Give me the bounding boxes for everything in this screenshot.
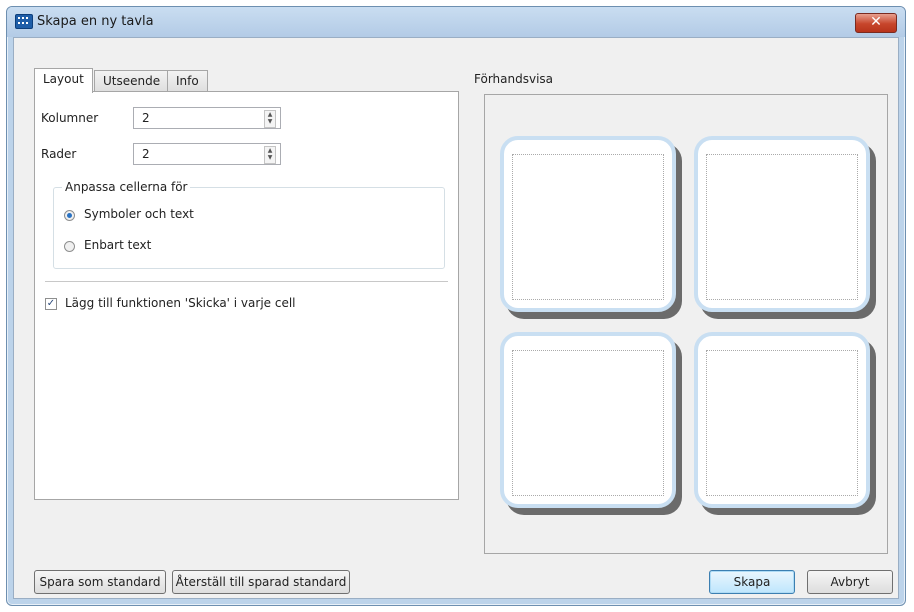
preview-cell — [500, 332, 676, 508]
columns-value: 2 — [142, 111, 150, 125]
adapt-cells-group-title: Anpassa cellerna för — [62, 180, 191, 194]
radio-text-only-label[interactable]: Enbart text — [84, 238, 151, 252]
save-as-default-button[interactable]: Spara som standard — [34, 570, 166, 594]
board-app-icon — [15, 14, 33, 29]
cell-content-area — [512, 154, 664, 300]
preview-label: Förhandsvisa — [474, 72, 554, 86]
preview-cell — [694, 332, 870, 508]
preview-cell — [694, 136, 870, 312]
title-bar[interactable]: Skapa en ny tavla ✕ — [7, 7, 905, 37]
restore-default-button[interactable]: Återställ till sparad standard — [172, 570, 350, 594]
window-title: Skapa en ny tavla — [37, 14, 154, 29]
rows-spinbox[interactable]: 2 ▲ ▼ — [133, 143, 281, 165]
send-function-checkbox[interactable]: ✓ — [45, 298, 57, 310]
tab-info[interactable]: Info — [167, 70, 208, 92]
radio-text-only[interactable] — [64, 241, 75, 252]
columns-label: Kolumner — [41, 111, 99, 125]
columns-spinbox[interactable]: 2 ▲ ▼ — [133, 107, 281, 129]
cell-content-area — [706, 350, 858, 496]
send-function-label[interactable]: Lägg till funktionen 'Skicka' i varje ce… — [65, 296, 296, 310]
tab-utseende[interactable]: Utseende — [94, 70, 170, 92]
preview-cell — [500, 136, 676, 312]
spin-arrows-icon[interactable]: ▲ ▼ — [264, 146, 276, 164]
preview-area — [484, 94, 888, 554]
tab-layout[interactable]: Layout — [34, 68, 93, 93]
create-button[interactable]: Skapa — [709, 570, 795, 594]
dialog-client-area: Layout Utseende Info Kolumner 2 ▲ ▼ Rader… — [13, 37, 899, 599]
radio-symbols-and-text[interactable] — [64, 210, 75, 221]
radio-symbols-and-text-label[interactable]: Symboler och text — [84, 207, 194, 221]
cell-content-area — [706, 154, 858, 300]
spin-arrows-icon[interactable]: ▲ ▼ — [264, 110, 276, 128]
rows-label: Rader — [41, 147, 77, 161]
divider — [45, 281, 448, 283]
cell-content-area — [512, 350, 664, 496]
layout-tab-panel: Kolumner 2 ▲ ▼ Rader 2 ▲ ▼ Anpassa cellern… — [34, 91, 459, 500]
adapt-cells-group: Anpassa cellerna för Symboler och text E… — [53, 180, 445, 269]
cancel-button[interactable]: Avbryt — [807, 570, 893, 594]
close-button[interactable]: ✕ — [855, 13, 897, 33]
dialog-window: Skapa en ny tavla ✕ Layout Utseende Info… — [6, 6, 906, 606]
rows-value: 2 — [142, 147, 150, 161]
